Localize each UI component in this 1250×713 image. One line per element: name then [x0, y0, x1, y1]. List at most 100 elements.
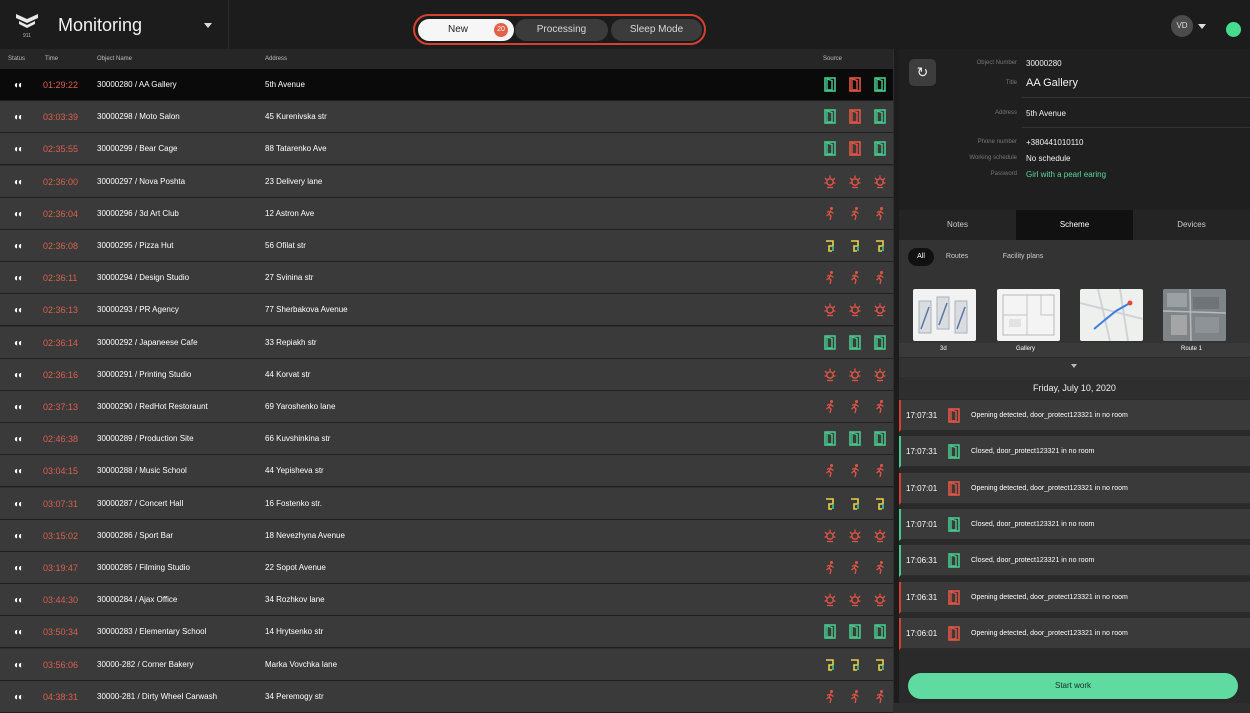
door-closed-icon — [948, 444, 960, 460]
table-row[interactable]: ◐◐ 03:15:02 30000286 / Sport Bar 18 Nevezhy… — [0, 519, 893, 552]
row-address: 22 Sopot Avenue — [265, 563, 326, 572]
status-icon: ◐◐ — [14, 241, 24, 252]
column-source[interactable]: Source — [823, 56, 842, 62]
row-time: 02:36:08 — [43, 241, 79, 251]
table-row[interactable]: ◐◐ 04:38:31 30000-281 / Dirty Wheel Carwas… — [0, 680, 893, 713]
thumbnail-3d[interactable] — [913, 289, 976, 341]
column-status[interactable]: Status — [8, 56, 25, 62]
table-row[interactable]: ◐◐ 03:07:31 30000287 / Concert Hall 16 Fost… — [0, 487, 893, 520]
row-object-name: 30000294 / Design Studio — [97, 273, 190, 283]
event-item[interactable]: 17:06:31 Closed, door_protect123321 in no… — [899, 545, 1250, 578]
filter-routes[interactable]: Routes — [939, 248, 975, 266]
row-object-name: 30000298 / Moto Salon — [97, 112, 180, 122]
row-address: 33 Repiakh str — [265, 337, 317, 347]
logo-icon: 911 — [16, 14, 38, 39]
event-item[interactable]: 17:07:31 Closed, door_protect123321 in no… — [899, 436, 1250, 469]
row-object-name: 30000299 / Bear Cage — [97, 144, 178, 154]
status-icon: ◐◐ — [14, 563, 24, 574]
thumbnail-route-1[interactable] — [1163, 289, 1226, 341]
event-item[interactable]: 17:07:31 Opening detected, door_protect12… — [899, 400, 1250, 432]
filter-facility-plans[interactable]: Facility plans — [992, 248, 1054, 266]
table-row[interactable]: ◐◐ 02:36:11 30000294 / Design Studio 27 Svi… — [0, 262, 893, 295]
table-row[interactable]: ◐◐ 02:36:14 30000292 / Japaneese Cafe 33 Re… — [0, 326, 893, 359]
thumbnail-gallery[interactable] — [997, 289, 1060, 341]
column-time[interactable]: Time — [45, 56, 58, 62]
table-row[interactable]: ◐◐ 03:56:06 30000-282 / Corner Bakery Marka… — [0, 648, 893, 681]
alarm-icon — [874, 174, 886, 189]
alarm-icon — [874, 367, 886, 382]
door-closed-icon — [824, 334, 836, 350]
row-time: 02:46:38 — [43, 434, 79, 445]
door-closed-icon — [824, 624, 836, 640]
start-work-button[interactable]: Start work — [908, 673, 1238, 699]
motion-icon — [874, 270, 886, 285]
tab-processing[interactable]: Processing — [515, 19, 608, 41]
leak-icon — [849, 657, 861, 672]
event-description: Opening detected, door_protect123321 in … — [971, 412, 1128, 419]
events-list: Status Time Object Name Address Source ◐… — [0, 49, 893, 713]
alarm-icon — [824, 302, 836, 317]
row-time: 02:36:11 — [43, 273, 78, 284]
alarm-icon — [824, 592, 836, 607]
status-icon: ◐◐ — [14, 595, 24, 607]
row-time: 02:37:13 — [43, 402, 79, 412]
filter-all[interactable]: All — [908, 248, 934, 266]
event-item[interactable]: 17:07:01 Opening detected, door_protect12… — [899, 472, 1250, 505]
table-row[interactable]: ◐◐ 03:19:47 30000285 / Filming Studio 22 So… — [0, 552, 893, 584]
user-avatar[interactable]: VD — [1171, 15, 1193, 37]
row-address: 45 Kurenivska str — [265, 112, 327, 122]
table-row[interactable]: ◐◐ 02:36:16 30000291 / Printing Studio 44 K… — [0, 358, 893, 391]
scheme-thumbnails: 3d Gallery Route 1 — [899, 274, 1250, 357]
table-row[interactable]: ◐◐ 02:46:38 30000289 / Production Site 66 K… — [0, 423, 893, 456]
door-closed-icon — [874, 109, 886, 124]
event-item[interactable]: 17:06:31 Opening detected, door_protect12… — [899, 581, 1250, 614]
chevron-down-icon[interactable] — [204, 23, 212, 28]
user-menu-chevron-icon[interactable] — [1198, 24, 1206, 29]
motion-icon — [849, 206, 861, 221]
table-row[interactable]: ◐◐ 02:36:13 30000293 / PR Agency 77 Sherbak… — [0, 294, 893, 327]
scheme-filters: All Routes Facility plans — [899, 240, 1250, 274]
table-row[interactable]: ◐◐ 02:35:55 30000299 / Bear Cage 88 Tataren… — [0, 133, 893, 166]
alarm-icon — [849, 592, 861, 607]
thumbnail-route[interactable] — [1080, 289, 1143, 341]
table-row[interactable]: ◐◐ 02:36:04 30000296 / 3d Art Club 12 Astro… — [0, 197, 893, 230]
table-row[interactable]: ◐◐ 03:50:34 30000283 / Elementary School 14… — [0, 616, 893, 649]
event-item[interactable]: 17:06:01 Opening detected, door_protect12… — [899, 617, 1250, 650]
object-number-label: Object Number — [976, 60, 1017, 66]
column-object-name[interactable]: Object Name — [97, 56, 132, 62]
leak-icon — [824, 238, 836, 253]
table-row[interactable]: ◐◐ 03:03:39 30000298 / Moto Salon 45 Kureni… — [0, 101, 893, 134]
tab-notes[interactable]: Notes — [899, 210, 1016, 240]
tab-new[interactable]: New 20 — [418, 19, 514, 41]
event-description: Opening detected, door_protect123321 in … — [971, 629, 1128, 637]
column-address[interactable]: Address — [265, 56, 287, 62]
motion-icon — [824, 560, 836, 575]
table-row[interactable]: ◐◐ 03:04:15 30000288 / Music School 44 Yepi… — [0, 455, 893, 488]
table-row[interactable]: ◐◐ 02:36:00 30000297 / Nova Poshta 23 Deliv… — [0, 165, 893, 198]
table-row[interactable]: ◐◐ 02:36:08 30000295 / Pizza Hut 56 Ofilat … — [0, 230, 893, 262]
app-title[interactable]: Monitoring — [58, 15, 142, 36]
row-address: 34 Peremogy str — [265, 691, 324, 701]
row-address: 56 Ofilat str — [265, 241, 306, 250]
door-open-icon — [948, 589, 960, 605]
leak-icon — [874, 496, 886, 511]
table-row[interactable]: ◐◐ 01:29:22 30000280 / AA Gallery 5th Avenu… — [0, 69, 893, 101]
event-time: 17:06:31 — [906, 592, 938, 602]
motion-icon — [849, 399, 861, 414]
row-object-name: 30000289 / Production Site — [97, 434, 194, 444]
collapse-thumbnails[interactable] — [899, 357, 1250, 377]
row-object-name: 30000290 / RedHot Restoraunt — [97, 402, 208, 411]
motion-icon — [874, 463, 886, 478]
table-row[interactable]: ◐◐ 03:44:30 30000284 / Ajax Office 34 Rozhk… — [0, 584, 893, 617]
tab-scheme[interactable]: Scheme — [1016, 210, 1133, 240]
tab-devices[interactable]: Devices — [1133, 210, 1250, 240]
tab-sleep-mode[interactable]: Sleep Mode — [611, 19, 702, 41]
status-icon: ◐◐ — [14, 627, 24, 639]
event-description: Closed, door_protect123321 in no room — [971, 557, 1095, 565]
event-item[interactable]: 17:07:01 Closed, door_protect123321 in no… — [899, 508, 1250, 541]
row-address: 88 Tatarenko Ave — [265, 144, 327, 154]
motion-icon — [824, 270, 836, 285]
table-row[interactable]: ◐◐ 02:37:13 30000290 / RedHot Restoraunt 69… — [0, 391, 893, 423]
leak-icon — [849, 496, 861, 511]
password-label: Password — [990, 171, 1017, 177]
